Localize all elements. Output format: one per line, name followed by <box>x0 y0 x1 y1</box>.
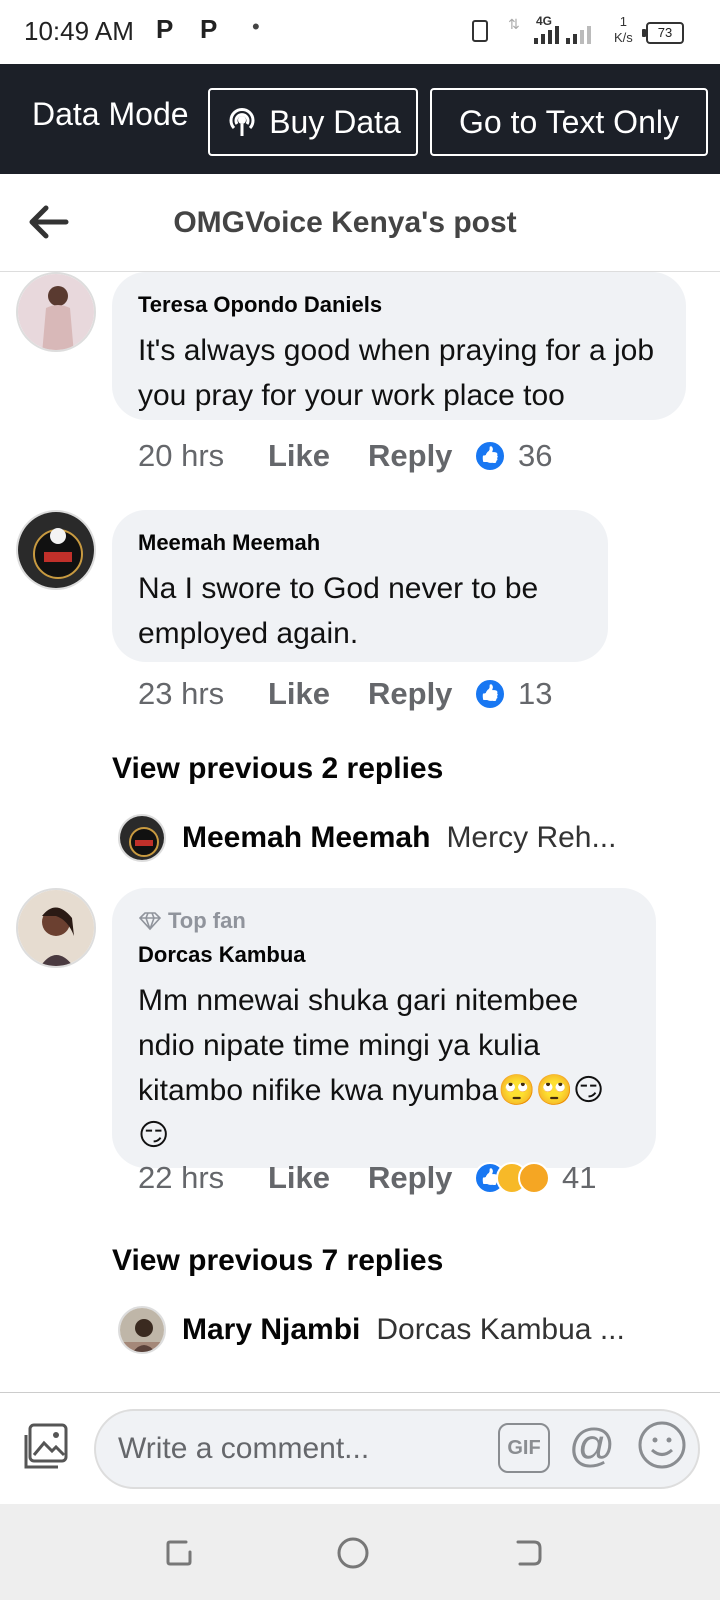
emoji-icon[interactable] <box>636 1419 688 1471</box>
reaction-count: 41 <box>562 1160 597 1195</box>
comment-time[interactable]: 20 hrs <box>138 438 268 474</box>
comment-text: Na I swore to God never to be employed a… <box>138 572 539 650</box>
status-bar: 10:49 AM P P • ⇅ 4G 1 K/s 73 <box>0 0 720 64</box>
reaction-summary[interactable]: 36 <box>474 438 552 474</box>
reaction-summary[interactable]: 13 <box>474 676 552 712</box>
avatar <box>118 1306 166 1354</box>
avatar[interactable] <box>16 510 96 590</box>
text-only-button[interactable]: Go to Text Only <box>430 88 708 156</box>
top-fan-badge: Top fan <box>138 908 630 934</box>
back-nav-icon[interactable] <box>512 1536 546 1570</box>
comment-actions: 22 hrs Like Reply 41 <box>138 1160 596 1196</box>
comment-bubble: Teresa Opondo Daniels It's always good w… <box>112 272 686 420</box>
commenter-name[interactable]: Dorcas Kambua <box>138 942 630 968</box>
vibrate-icon <box>472 20 488 42</box>
status-time: 10:49 AM <box>24 16 134 46</box>
comment-time[interactable]: 23 hrs <box>138 676 268 712</box>
diamond-icon <box>138 912 162 931</box>
like-reaction-icon <box>474 678 506 710</box>
comment-text: It's always good when praying for a job … <box>138 334 655 412</box>
top-fan-label: Top fan <box>168 908 246 933</box>
photo-icon[interactable] <box>20 1421 72 1473</box>
reply-snippet: Mercy Reh... <box>446 821 617 854</box>
data-mode-bar: Data Mode Buy Data Go to Text Only <box>0 64 720 174</box>
comment-bubble: Top fan Dorcas Kambua Mm nmewai shuka ga… <box>112 888 656 1168</box>
network-speed: 1 K/s <box>614 14 633 45</box>
recent-apps-icon[interactable] <box>162 1536 196 1570</box>
reply-preview[interactable]: Mary Njambi Dorcas Kambua ... <box>118 1306 668 1354</box>
reply-preview[interactable]: Meemah Meemah Mercy Reh... <box>118 814 668 862</box>
reply-author: Meemah Meemah <box>182 821 431 854</box>
battery-icon: 73 <box>642 22 684 44</box>
home-icon[interactable] <box>336 1536 370 1570</box>
system-nav-bar <box>0 1504 720 1600</box>
commenter-name[interactable]: Teresa Opondo Daniels <box>138 292 660 318</box>
signal-icon <box>534 22 559 44</box>
avatar[interactable] <box>16 272 96 352</box>
reaction-count: 36 <box>518 438 553 473</box>
text-only-label: Go to Text Only <box>459 103 679 140</box>
reply-author: Mary Njambi <box>182 1313 361 1346</box>
gif-button[interactable]: GIF <box>498 1423 550 1473</box>
reply-button[interactable]: Reply <box>368 438 474 474</box>
comment-actions: 20 hrs Like Reply 36 <box>138 438 552 474</box>
reply-button[interactable]: Reply <box>368 676 474 712</box>
mention-button[interactable]: @ <box>566 1419 618 1471</box>
view-previous-replies[interactable]: View previous 7 replies <box>112 1244 443 1278</box>
buy-data-button[interactable]: Buy Data <box>208 88 418 156</box>
post-header: OMGVoice Kenya's post <box>0 174 720 272</box>
notification-p-icon: P <box>156 14 174 44</box>
data-transfer-icon: ⇅ <box>508 16 520 32</box>
notification-p-icon: P <box>200 14 218 44</box>
view-previous-replies[interactable]: View previous 2 replies <box>112 752 443 786</box>
buy-data-label: Buy Data <box>269 103 401 140</box>
like-button[interactable]: Like <box>268 1160 368 1196</box>
like-button[interactable]: Like <box>268 676 368 712</box>
care-reaction-icon <box>518 1162 550 1194</box>
comment-time[interactable]: 22 hrs <box>138 1160 268 1196</box>
data-mode-label: Data Mode <box>32 96 189 132</box>
signal-2-icon <box>566 22 591 44</box>
comment-composer: Write a comment... GIF @ <box>0 1392 720 1504</box>
reply-snippet: Dorcas Kambua ... <box>376 1313 625 1346</box>
page-title: OMGVoice Kenya's post <box>173 206 517 239</box>
comment-actions: 23 hrs Like Reply 13 <box>138 676 552 712</box>
avatar <box>118 814 166 862</box>
like-button[interactable]: Like <box>268 438 368 474</box>
reaction-summary[interactable]: 41 <box>474 1160 596 1196</box>
broadcast-icon <box>229 108 255 136</box>
avatar[interactable] <box>16 888 96 968</box>
more-notifications-dot: • <box>252 14 260 39</box>
reply-button[interactable]: Reply <box>368 1160 474 1196</box>
reaction-count: 13 <box>518 676 553 711</box>
like-reaction-icon <box>474 440 506 472</box>
comment-bubble: Meemah Meemah Na I swore to God never to… <box>112 510 608 662</box>
comment-text: Mm nmewai shuka gari nitembee ndio nipat… <box>138 984 605 1152</box>
commenter-name[interactable]: Meemah Meemah <box>138 530 582 556</box>
